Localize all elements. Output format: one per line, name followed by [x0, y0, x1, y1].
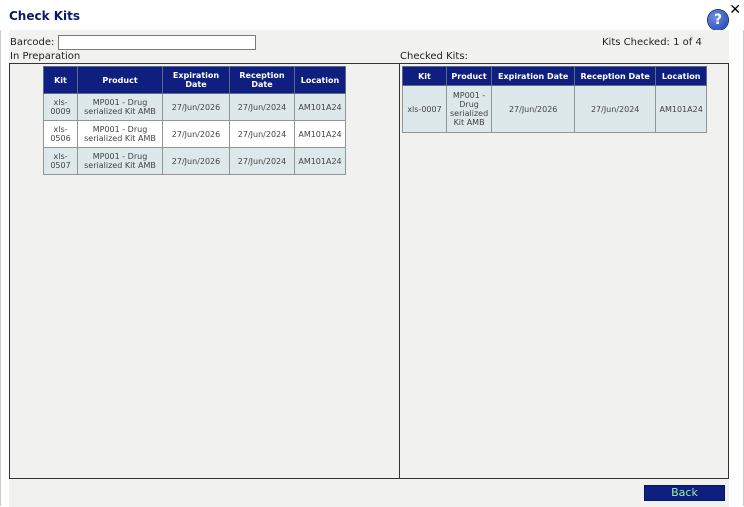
cell-location: AM101A24 [294, 120, 346, 148]
cell-product: MP001 - Drug serialized Kit AMB [77, 147, 163, 175]
column-header-product[interactable]: Product [445, 66, 493, 86]
back-button[interactable]: Back [644, 485, 725, 501]
in-preparation-label: In Preparation [10, 51, 81, 62]
checked-kits-panel: Kit Product Expiration Date Reception Da… [399, 63, 729, 479]
table-row[interactable]: xls-0007 MP001 - Drug serialized Kit AMB… [402, 85, 708, 133]
column-header-reception-date[interactable]: Reception Date [229, 66, 295, 94]
in-preparation-table: Kit Product Expiration Date Reception Da… [43, 66, 346, 175]
in-preparation-panel: Kit Product Expiration Date Reception Da… [9, 63, 400, 479]
close-icon[interactable]: ✕ [729, 2, 741, 18]
cell-reception-date: 27/Jun/2024 [574, 85, 657, 133]
cell-reception-date: 27/Jun/2024 [229, 93, 295, 121]
cell-product: MP001 - Drug serialized Kit AMB [77, 93, 163, 121]
table-row[interactable]: xls-0507 MP001 - Drug serialized Kit AMB… [43, 147, 346, 175]
checked-kits-table: Kit Product Expiration Date Reception Da… [402, 66, 708, 133]
cell-kit: xls-0506 [43, 120, 78, 148]
cell-reception-date: 27/Jun/2024 [229, 147, 295, 175]
cell-expiration-date: 27/Jun/2026 [162, 120, 230, 148]
kits-checked-counter: Kits Checked: 1 of 4 [602, 37, 702, 48]
column-header-location[interactable]: Location [655, 66, 708, 86]
column-header-kit[interactable]: Kit [402, 66, 447, 86]
dialog-title: Check Kits [9, 9, 81, 23]
column-header-kit[interactable]: Kit [43, 66, 78, 94]
column-header-location[interactable]: Location [294, 66, 346, 94]
cell-location: AM101A24 [294, 93, 346, 121]
help-icon[interactable]: ? [708, 10, 728, 30]
cell-expiration-date: 27/Jun/2026 [162, 147, 230, 175]
barcode-label: Barcode: [10, 37, 55, 48]
cell-location: AM101A24 [294, 147, 346, 175]
cell-kit: xls-0007 [402, 85, 447, 133]
column-header-product[interactable]: Product [77, 66, 163, 94]
table-row[interactable]: xls-0506 MP001 - Drug serialized Kit AMB… [43, 120, 346, 148]
column-header-expiration-date[interactable]: Expiration Date [491, 66, 576, 86]
cell-location: AM101A24 [655, 85, 708, 133]
cell-product: MP001 - Drug serialized Kit AMB [77, 120, 163, 148]
checked-kits-label: Checked Kits: [400, 51, 468, 62]
title-bar: Check Kits ? ✕ [0, 0, 744, 30]
cell-expiration-date: 27/Jun/2026 [162, 93, 230, 121]
cell-expiration-date: 27/Jun/2026 [491, 85, 576, 133]
column-header-reception-date[interactable]: Reception Date [574, 66, 657, 86]
cell-product: MP001 - Drug serialized Kit AMB [445, 85, 493, 133]
cell-reception-date: 27/Jun/2024 [229, 120, 295, 148]
column-header-expiration-date[interactable]: Expiration Date [162, 66, 230, 94]
barcode-input[interactable] [58, 35, 256, 50]
table-row[interactable]: xls-0009 MP001 - Drug serialized Kit AMB… [43, 93, 346, 121]
cell-kit: xls-0507 [43, 147, 78, 175]
cell-kit: xls-0009 [43, 93, 78, 121]
